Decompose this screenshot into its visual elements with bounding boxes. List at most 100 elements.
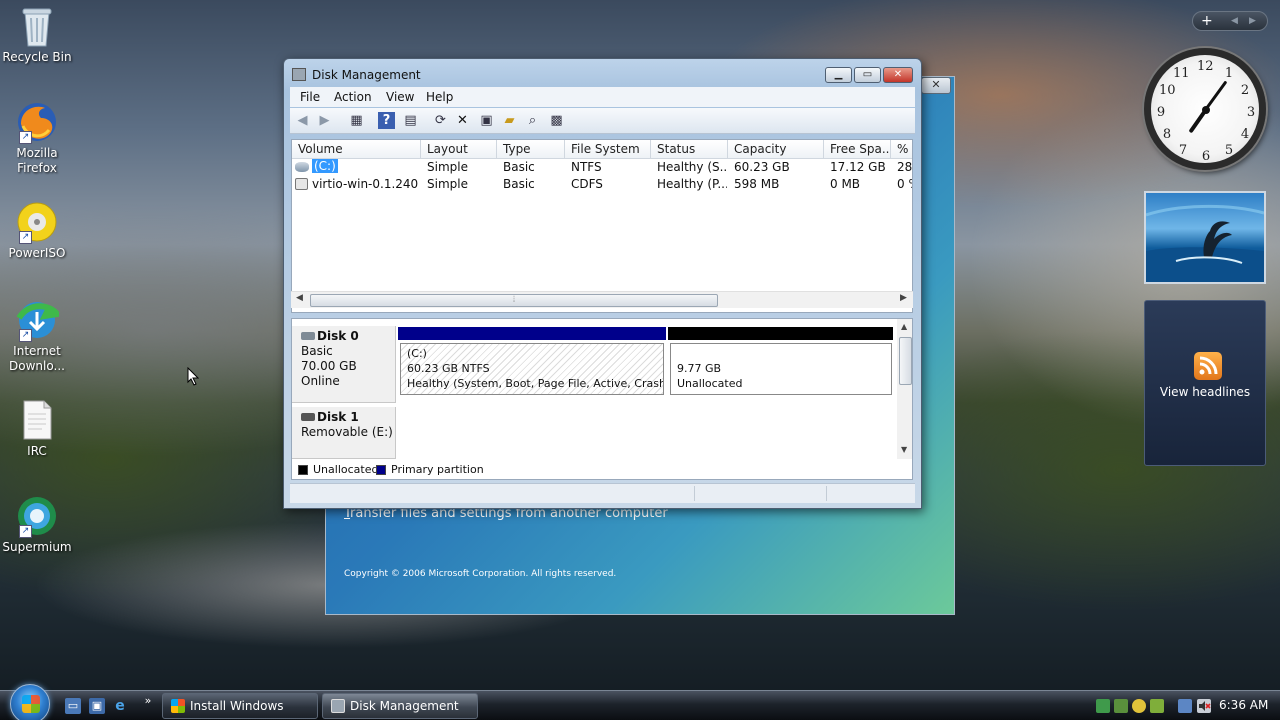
- volume-muted-icon[interactable]: [1197, 699, 1211, 713]
- column-header-free-space[interactable]: Free Spa...: [824, 140, 891, 159]
- tray-icon-4[interactable]: [1150, 699, 1164, 713]
- taskbar: ▭ ▣ e » Install Windows Disk Management …: [0, 684, 1280, 720]
- desktop-icon-poweriso[interactable]: ↗ PowerISO: [0, 200, 74, 261]
- forward-arrow-icon[interactable]: ▶: [316, 112, 333, 129]
- vertical-scrollbar[interactable]: ▲ ▼: [897, 319, 912, 459]
- partition-status: Unallocated: [677, 377, 743, 390]
- tray-icon-3[interactable]: [1132, 699, 1146, 713]
- shortcut-arrow-icon: ↗: [19, 131, 32, 144]
- disk-size: 70.00 GB: [301, 359, 357, 373]
- disk-management-window[interactable]: Disk Management ▁ ▭ ✕ File Action View H…: [283, 58, 922, 509]
- recycle-bin-icon: [15, 4, 59, 48]
- legend-primary-partition: Primary partition: [391, 463, 484, 476]
- desktop-icon-label: Supermium: [2, 540, 72, 554]
- clock-gadget[interactable]: 12 1 2 3 4 5 6 7 8 9 10 11: [1144, 48, 1266, 170]
- gadget-sidebar-controls[interactable]: + ◀ ▶: [1192, 11, 1268, 31]
- close-icon: ✕: [893, 69, 903, 80]
- tray-icon-5[interactable]: [1178, 699, 1192, 713]
- desktop-icon-supermium[interactable]: ↗ Supermium: [0, 494, 74, 555]
- clock-number: 12: [1197, 59, 1214, 74]
- clock-number: 2: [1240, 83, 1250, 98]
- open-folder-icon[interactable]: ▰: [501, 112, 518, 129]
- desktop-icon-firefox[interactable]: ↗ Mozilla Firefox: [0, 100, 74, 176]
- taskbar-label: Install Windows: [190, 699, 284, 713]
- poweriso-icon: ↗: [15, 200, 59, 244]
- disk-icon: [301, 332, 315, 340]
- partition-c[interactable]: (C:) 60.23 GB NTFS Healthy (System, Boot…: [400, 343, 664, 395]
- back-arrow-icon[interactable]: ◀: [294, 112, 311, 129]
- properties-pane-icon[interactable]: ▤: [402, 112, 419, 129]
- disk-graphical-view[interactable]: Disk 0 Basic 70.00 GB Online (C:) 60.23 …: [291, 318, 913, 480]
- quick-launch-overflow[interactable]: »: [142, 693, 154, 709]
- horizontal-scrollbar[interactable]: ◀ ⦙ ▶: [291, 291, 913, 308]
- column-header-type[interactable]: Type: [497, 140, 565, 159]
- menu-help[interactable]: Help: [426, 90, 453, 104]
- partition-unallocated[interactable]: 9.77 GB Unallocated: [670, 343, 892, 395]
- column-header-layout[interactable]: Layout: [421, 140, 497, 159]
- desktop-icon-internet-download-manager[interactable]: ↗ Internet Downlo...: [0, 298, 74, 374]
- feed-headlines-gadget[interactable]: View headlines: [1144, 300, 1266, 466]
- view-headlines-link[interactable]: View headlines: [1145, 385, 1265, 399]
- table-row[interactable]: (C:) Simple Basic NTFS Healthy (S... 60.…: [292, 159, 912, 176]
- taskbar-install-windows[interactable]: Install Windows: [162, 693, 318, 719]
- legend-unallocated: Unallocated: [313, 463, 379, 476]
- clock-number: 11: [1173, 66, 1190, 81]
- disk-1-label[interactable]: Disk 1 Removable (E:): [292, 407, 396, 459]
- cell-type: Basic: [503, 160, 535, 174]
- explore-search-icon[interactable]: ⌕: [524, 112, 541, 129]
- primary-partition-bar: [398, 327, 666, 340]
- window-title: Disk Management: [312, 68, 421, 82]
- properties-icon[interactable]: ▣: [478, 112, 495, 129]
- slideshow-gadget[interactable]: [1144, 191, 1266, 284]
- network-tray-icon[interactable]: [1096, 699, 1110, 713]
- delete-icon[interactable]: ✕: [454, 112, 471, 129]
- next-gadget-icon[interactable]: ▶: [1249, 12, 1256, 30]
- column-header-status[interactable]: Status: [651, 140, 728, 159]
- cell-status: Healthy (P...: [657, 177, 727, 191]
- disk-0-label[interactable]: Disk 0 Basic 70.00 GB Online: [292, 326, 396, 403]
- minimize-button[interactable]: ▁: [825, 67, 852, 83]
- vertical-scroll-thumb[interactable]: [899, 337, 912, 385]
- show-desktop-icon[interactable]: ▭: [65, 698, 81, 714]
- tray-icon-2[interactable]: [1114, 699, 1128, 713]
- desktop-icon-recycle-bin[interactable]: Recycle Bin: [0, 4, 74, 65]
- taskbar-disk-management[interactable]: Disk Management: [322, 693, 478, 719]
- start-button[interactable]: [10, 684, 50, 720]
- maximize-button[interactable]: ▭: [854, 67, 881, 83]
- column-header-percent-free[interactable]: % F: [891, 140, 912, 159]
- status-bar-divider: [694, 486, 695, 501]
- cell-free-space: 17.12 GB: [830, 160, 886, 174]
- scroll-down-icon[interactable]: ▼: [901, 445, 907, 454]
- add-gadget-icon[interactable]: +: [1201, 12, 1213, 30]
- column-header-capacity[interactable]: Capacity: [728, 140, 824, 159]
- clock-time[interactable]: 6:36 AM: [1219, 698, 1268, 712]
- desktop-icon-label: PowerISO: [8, 246, 66, 260]
- refresh-icon[interactable]: ⟳: [432, 112, 449, 129]
- column-header-volume[interactable]: Volume: [292, 140, 421, 159]
- status-bar: [290, 483, 915, 503]
- help-icon[interactable]: ?: [378, 112, 395, 129]
- close-button[interactable]: ✕: [883, 67, 913, 83]
- disk-state: Online: [301, 374, 340, 388]
- settings-icon[interactable]: ▩: [548, 112, 565, 129]
- menu-action[interactable]: Action: [334, 90, 372, 104]
- scroll-up-icon[interactable]: ▲: [901, 322, 907, 331]
- scroll-left-icon[interactable]: ◀: [296, 293, 303, 303]
- table-row[interactable]: virtio-win-0.1.240 ... Simple Basic CDFS…: [292, 176, 912, 193]
- switch-windows-icon[interactable]: ▣: [89, 698, 105, 714]
- scroll-right-icon[interactable]: ▶: [900, 293, 907, 303]
- internet-explorer-icon[interactable]: e: [112, 698, 128, 714]
- previous-gadget-icon[interactable]: ◀: [1231, 12, 1238, 30]
- shortcut-arrow-icon: ↗: [19, 329, 32, 342]
- menu-file[interactable]: File: [300, 90, 320, 104]
- cell-volume: (C:): [312, 159, 338, 173]
- menu-view[interactable]: View: [386, 90, 414, 104]
- desktop-icon-irc[interactable]: IRC: [0, 398, 74, 459]
- disk-kind: Removable (E:): [301, 425, 393, 439]
- horizontal-scroll-thumb[interactable]: ⦙: [310, 294, 718, 307]
- install-window-close-button[interactable]: ✕: [921, 77, 951, 94]
- volume-list[interactable]: Volume Layout Type File System Status Ca…: [291, 139, 913, 313]
- unallocated-swatch: [298, 465, 308, 475]
- show-hide-console-tree-icon[interactable]: ▦: [348, 112, 365, 129]
- column-header-file-system[interactable]: File System: [565, 140, 651, 159]
